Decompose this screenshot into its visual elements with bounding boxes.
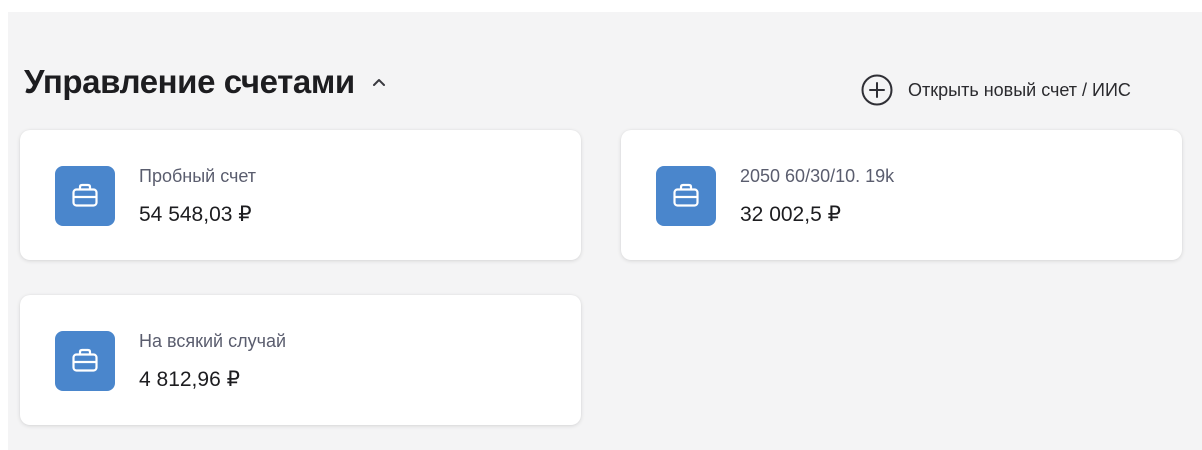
account-name: 2050 60/30/10. 19k [740,166,895,186]
briefcase-icon [656,166,716,226]
open-new-account-button[interactable]: Открыть новый счет / ИИС [860,73,1131,107]
chevron-up-icon[interactable] [369,72,389,92]
plus-circle-icon [860,73,894,107]
account-balance: 4 812,96 ₽ [139,368,240,391]
open-new-account-label: Открыть новый счет / ИИС [908,79,1131,100]
account-card[interactable]: 2050 60/30/10. 19k 32 002,5 ₽ [621,130,1182,260]
briefcase-icon [55,166,115,226]
account-balance: 32 002,5 ₽ [740,203,841,226]
page-title: Управление счетами [24,63,355,100]
briefcase-icon [55,331,115,391]
account-name: Пробный счет [139,166,257,186]
section-header: Управление счетами [24,63,389,100]
account-name: На всякий случай [139,331,287,351]
account-card[interactable]: На всякий случай 4 812,96 ₽ [20,295,581,425]
account-card[interactable]: Пробный счет 54 548,03 ₽ [20,130,581,260]
account-balance: 54 548,03 ₽ [139,203,252,226]
